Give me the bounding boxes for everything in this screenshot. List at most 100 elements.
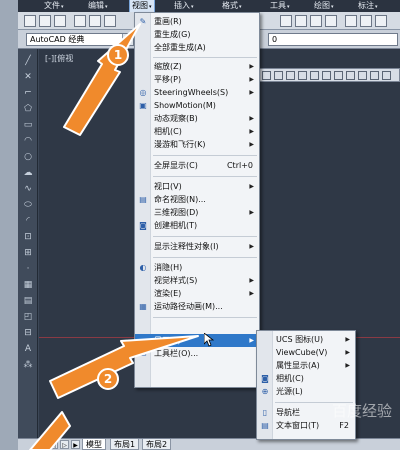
print-preview-icon[interactable] [89, 15, 101, 27]
menu-item-motion-path[interactable]: ▦ 运动路径动画(M)... [135, 300, 259, 313]
gradient-icon[interactable]: ▤ [22, 295, 34, 307]
design-center-icon[interactable] [360, 15, 372, 27]
arc-icon[interactable]: ◠ [22, 135, 34, 147]
linear-dim-icon[interactable] [262, 71, 271, 80]
ellipse-icon[interactable]: ⬭ [22, 199, 34, 211]
menu-item-hide[interactable]: ◐ 消隐(H) [135, 261, 259, 274]
menu-insert[interactable]: 插入▾ [174, 0, 194, 12]
properties-icon[interactable] [345, 15, 357, 27]
zoom-realtime-icon[interactable] [295, 15, 307, 27]
menu-item-pan[interactable]: 平移(P) ▶ [135, 73, 259, 86]
menu-item-named-views[interactable]: ▤ 命名视图(N)... [135, 193, 259, 206]
save-icon[interactable] [54, 15, 66, 27]
aligned-dim-icon[interactable] [274, 71, 283, 80]
make-block-icon[interactable]: ⊞ [22, 247, 34, 259]
region-icon[interactable]: ◰ [22, 311, 34, 323]
mouse-pointer-icon [204, 333, 214, 347]
last-tab-icon[interactable]: ▶ [71, 440, 80, 449]
menu-separator [153, 57, 257, 58]
menu-file[interactable]: 文件▾ [44, 0, 64, 12]
chevron-down-icon[interactable]: ▼ [122, 34, 133, 45]
polygon-icon[interactable]: ⬠ [22, 103, 34, 115]
ordinate-dim-icon[interactable] [298, 71, 307, 80]
menu-item-showmotion[interactable]: ▣ ShowMotion(M) [135, 99, 259, 112]
camera-icon: ◙ [261, 374, 269, 383]
submenu-arrow-icon: ▶ [249, 76, 254, 83]
menu-item-walk-fly[interactable]: 漫游和飞行(K) ▶ [135, 138, 259, 151]
angular-dim-icon[interactable] [346, 71, 355, 80]
menu-item-display[interactable]: 显示(L) ▶ [135, 334, 259, 347]
prev-tab-icon[interactable]: ◁ [49, 440, 58, 449]
layer-dropdown[interactable]: 0 [268, 33, 398, 46]
add-selected-icon[interactable]: ⁂ [22, 359, 34, 371]
menu-item-visual-styles[interactable]: 视觉样式(S) ▶ [135, 274, 259, 287]
next-tab-icon[interactable]: ▷ [60, 440, 69, 449]
menu-item-attribute-display[interactable]: 属性显示(A) ▶ [257, 359, 355, 372]
pan-icon[interactable] [280, 15, 292, 27]
menu-item-camera[interactable]: 相机(C) ▶ [135, 125, 259, 138]
radius-dim-icon[interactable] [310, 71, 319, 80]
menu-item-create-camera[interactable]: ◙ 创建相机(T) [135, 219, 259, 232]
tool-palette-icon[interactable] [375, 15, 387, 27]
baseline-dim-icon[interactable] [370, 71, 379, 80]
menu-dimension[interactable]: 标注▾ [358, 0, 378, 12]
viewport-label[interactable]: [-][俯视 [45, 53, 73, 64]
construction-line-icon[interactable]: ✕ [22, 71, 34, 83]
first-tab-icon[interactable]: ◀ [38, 440, 47, 449]
open-file-icon[interactable] [39, 15, 51, 27]
point-icon[interactable]: · [22, 263, 34, 275]
menu-item-steeringwheels[interactable]: ◎ SteeringWheels(S) ▶ [135, 86, 259, 99]
menu-item-ucs-icon[interactable]: UCS 图标(U) ▶ [257, 333, 355, 346]
diameter-dim-icon[interactable] [334, 71, 343, 80]
jogged-dim-icon[interactable] [322, 71, 331, 80]
hatch-icon[interactable]: ▦ [22, 279, 34, 291]
arc-length-icon[interactable] [286, 71, 295, 80]
rectangle-icon[interactable]: ▭ [22, 119, 34, 131]
menu-separator [153, 176, 257, 177]
circle-icon[interactable]: ○ [22, 151, 34, 163]
new-file-icon[interactable] [24, 15, 36, 27]
quick-dim-icon[interactable] [358, 71, 367, 80]
step-1-badge: 1 [107, 44, 129, 66]
film-icon: ▣ [139, 101, 147, 110]
line-tool-icon[interactable]: ╱ [22, 55, 34, 67]
menu-item-regen-all[interactable]: 全部重生成(A) [135, 41, 259, 54]
submenu-arrow-icon: ▶ [249, 290, 254, 297]
menu-item-lights[interactable]: ⊕ 光源(L) [257, 385, 355, 398]
menu-item-redraw[interactable]: ✎ 重画(R) [135, 15, 259, 28]
menu-item-render[interactable]: 渲染(E) ▶ [135, 287, 259, 300]
tab-layout2[interactable]: 布局2 [142, 439, 172, 450]
insert-block-icon[interactable]: ⊡ [22, 231, 34, 243]
tab-layout1[interactable]: 布局1 [110, 439, 140, 450]
ellipse-arc-icon[interactable]: ◜ [22, 215, 34, 227]
menu-item-toolbars[interactable]: ▭ 工具栏(O)... [135, 347, 259, 360]
menu-item-viewcube[interactable]: ViewCube(V) ▶ [257, 346, 355, 359]
zoom-previous-icon[interactable] [325, 15, 337, 27]
menu-item-clean-screen[interactable]: 全屏显示(C) Ctrl+0 [135, 159, 259, 172]
menu-item-3d-views[interactable]: 三维视图(D) ▶ [135, 206, 259, 219]
spline-icon[interactable]: ∿ [22, 183, 34, 195]
menu-item-display-camera[interactable]: ◙ 相机(C) [257, 372, 355, 385]
menu-tools[interactable]: 工具▾ [270, 0, 290, 12]
submenu-arrow-icon: ▶ [249, 63, 254, 70]
menu-edit[interactable]: 编辑▾ [88, 0, 108, 12]
text-tool-icon[interactable]: A [22, 343, 34, 355]
menu-draw[interactable]: 绘图▾ [314, 0, 334, 12]
draw-toolbar: ╱ ✕ ⌐ ⬠ ▭ ◠ ○ ☁ ∿ ⬭ ◜ ⊡ ⊞ · ▦ ▤ ◰ ⊟ A ⁂ [18, 49, 38, 439]
menu-item-regen[interactable]: 重生成(G) [135, 28, 259, 41]
print-icon[interactable] [74, 15, 86, 27]
view-menu-dropdown: ✎ 重画(R) 重生成(G) 全部重生成(A) 缩放(Z) ▶ 平移(P) ▶ ◎ St… [134, 12, 260, 388]
menu-item-orbit[interactable]: 动态观察(B) ▶ [135, 112, 259, 125]
table-icon[interactable]: ⊟ [22, 327, 34, 339]
zoom-window-icon[interactable] [310, 15, 322, 27]
tab-model[interactable]: 模型 [82, 439, 106, 450]
menu-view[interactable]: 视图▾ [129, 0, 155, 13]
menu-item-viewports[interactable]: 视口(V) ▶ [135, 180, 259, 193]
publish-icon[interactable] [104, 15, 116, 27]
menu-item-zoom[interactable]: 缩放(Z) ▶ [135, 60, 259, 73]
menu-item-annotation-objects[interactable]: 显示注释性对象(I) ▶ [135, 240, 259, 253]
menu-format[interactable]: 格式▾ [222, 0, 242, 12]
continue-dim-icon[interactable] [382, 71, 391, 80]
revision-cloud-icon[interactable]: ☁ [22, 167, 34, 179]
polyline-icon[interactable]: ⌐ [22, 87, 34, 99]
